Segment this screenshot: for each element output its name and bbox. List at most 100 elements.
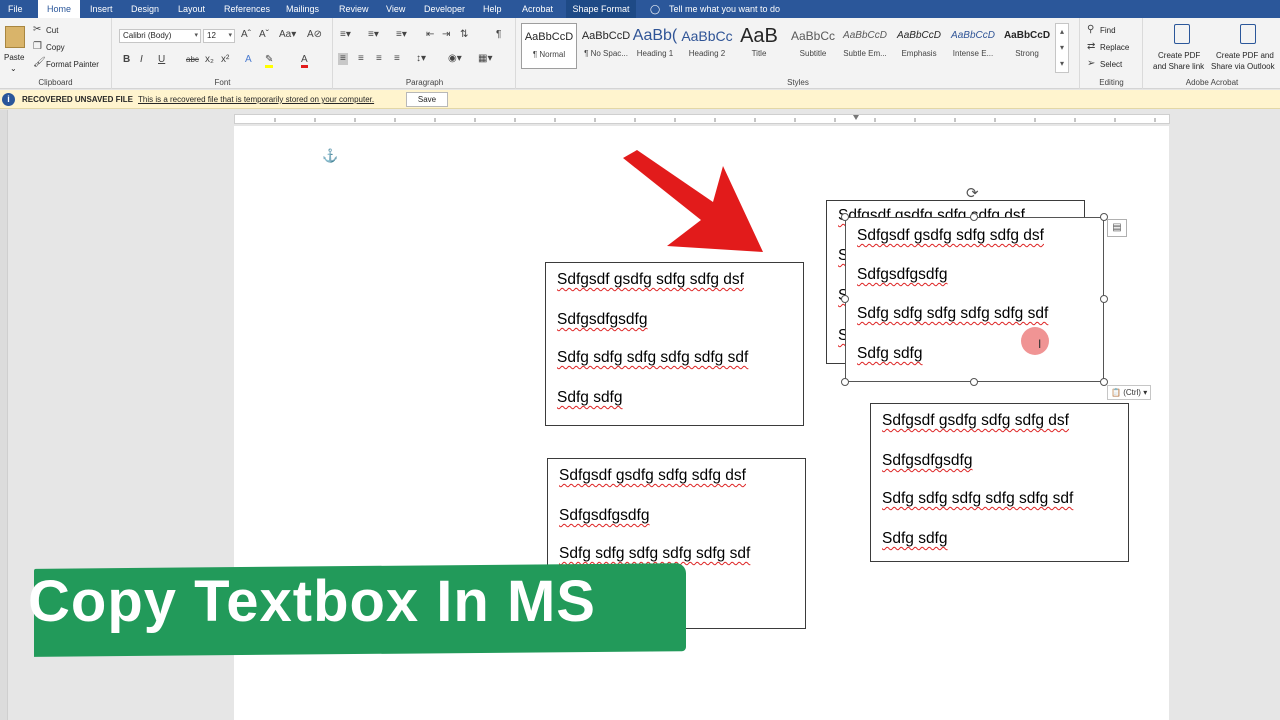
multilevel-list-icon[interactable]: ≡▾ — [396, 30, 407, 40]
paste-icon[interactable] — [5, 26, 25, 48]
create-pdf-share-link-line1[interactable]: Create PDF — [1158, 51, 1200, 60]
recovered-file-message-bar: i RECOVERED UNSAVED FILE This is a recov… — [0, 90, 1280, 109]
highlight-icon[interactable]: ✎ — [265, 55, 274, 68]
save-button[interactable]: Save — [406, 92, 448, 107]
style-heading-1[interactable]: AaBb( Heading 1 — [627, 23, 683, 69]
tab-help[interactable]: Help — [483, 0, 502, 18]
tab-mailings[interactable]: Mailings — [286, 0, 319, 18]
textbox-line: Sdfgsdfgsdfg — [559, 507, 650, 524]
strikethrough-icon[interactable]: abc — [186, 55, 199, 65]
textbox-line: Sdfgsdf gsdfg sdfg sdfg dsf — [857, 227, 1044, 244]
style-no-spacing-preview: AaBbCcD — [581, 30, 631, 42]
text-effects-icon[interactable]: A — [245, 55, 252, 65]
style-normal-label: ¶ Normal — [532, 50, 566, 59]
tab-acrobat[interactable]: Acrobat — [522, 0, 553, 18]
textbox-original[interactable]: Sdfgsdf gsdfg sdfg sdfg dsf Sdfgsdfgsdfg… — [545, 262, 804, 426]
tab-references[interactable]: References — [224, 0, 270, 18]
resize-handle-bottom-left[interactable] — [841, 378, 849, 386]
paste-button[interactable]: Paste — [4, 53, 24, 62]
underline-icon[interactable]: U — [158, 55, 165, 65]
sort-icon[interactable]: ⇅ — [460, 30, 468, 40]
bold-icon[interactable]: B — [123, 55, 130, 65]
style-subtle-emphasis-label: Subtle Em... — [843, 49, 887, 58]
info-icon: i — [2, 93, 15, 106]
style-subtitle-label: Subtitle — [799, 49, 827, 58]
align-right-icon[interactable]: ≡ — [376, 54, 382, 64]
paragraph-group-label: Paragraph — [405, 78, 444, 87]
rotate-handle-icon[interactable]: ⟳ — [966, 184, 979, 202]
shrink-font-icon[interactable]: Aˇ — [259, 30, 269, 40]
tab-layout[interactable]: Layout — [178, 0, 205, 18]
tab-shape-format[interactable]: Shape Format — [566, 0, 636, 18]
decrease-indent-icon[interactable]: ⇤ — [426, 30, 434, 40]
style-heading-2[interactable]: AaBbCc Heading 2 — [679, 23, 735, 69]
font-size-dropdown[interactable]: 12 — [203, 29, 235, 43]
style-subtitle[interactable]: AaBbCc Subtitle — [785, 23, 841, 69]
styles-gallery-scroll[interactable]: ▴ ▾ ▾ — [1055, 23, 1069, 73]
paste-chevron-down-icon[interactable]: ⌄ — [10, 64, 17, 73]
tab-home[interactable]: Home — [38, 0, 80, 18]
borders-icon[interactable]: ▦▾ — [478, 54, 492, 64]
textbox-selected[interactable]: Sdfgsdf gsdfg sdfg sdfg dsf Sdfgsdfgsdfg… — [845, 217, 1104, 382]
resize-handle-top[interactable] — [970, 213, 978, 221]
italic-icon[interactable]: I — [140, 55, 143, 65]
resize-handle-bottom[interactable] — [970, 378, 978, 386]
cut-button[interactable]: Cut — [46, 26, 58, 35]
shading-icon[interactable]: ◉▾ — [448, 54, 462, 64]
create-pdf-outlook-line1[interactable]: Create PDF and — [1216, 51, 1274, 60]
font-name-dropdown[interactable]: Calibri (Body) — [119, 29, 201, 43]
style-no-spacing[interactable]: AaBbCcD ¶ No Spac... — [578, 23, 634, 69]
font-color-icon[interactable]: A — [301, 55, 308, 68]
layout-options-icon[interactable]: ▤ — [1107, 219, 1127, 237]
style-subtle-emphasis[interactable]: AaBbCcD Subtle Em... — [837, 23, 893, 69]
style-intense-emphasis[interactable]: AaBbCcD Intense E... — [945, 23, 1001, 69]
align-left-icon[interactable]: ≡ — [338, 53, 348, 65]
paste-options-button[interactable]: 📋 (Ctrl) ▾ — [1107, 385, 1152, 400]
tab-file[interactable]: File — [8, 0, 23, 18]
tab-insert[interactable]: Insert — [90, 0, 113, 18]
bullets-icon[interactable]: ≡▾ — [340, 30, 351, 40]
line-spacing-icon[interactable]: ↕▾ — [416, 54, 426, 64]
tab-design[interactable]: Design — [131, 0, 159, 18]
style-normal[interactable]: AaBbCcD ¶ Normal — [521, 23, 577, 69]
superscript-icon[interactable]: x² — [221, 55, 229, 65]
show-formatting-icon[interactable]: ¶ — [496, 30, 501, 40]
style-title[interactable]: AaB Title — [731, 23, 787, 69]
replace-button[interactable]: Replace — [1100, 43, 1129, 52]
style-emphasis-preview: AaBbCcD — [897, 30, 941, 41]
select-icon: ➢ — [1087, 58, 1096, 69]
align-center-icon[interactable]: ≡ — [358, 54, 364, 64]
create-pdf-share-link-line2[interactable]: and Share link — [1153, 62, 1204, 71]
tab-review[interactable]: Review — [339, 0, 369, 18]
tab-view[interactable]: View — [386, 0, 405, 18]
style-heading-2-preview: AaBbCc — [681, 28, 733, 44]
style-no-spacing-label: ¶ No Spac... — [584, 49, 628, 58]
clear-formatting-icon[interactable]: A⊘ — [307, 30, 322, 40]
replace-icon: ⇄ — [1087, 41, 1096, 52]
tab-developer[interactable]: Developer — [424, 0, 465, 18]
increase-indent-icon[interactable]: ⇥ — [442, 30, 450, 40]
textbox-copy-right[interactable]: Sdfgsdf gsdfg sdfg sdfg dsf Sdfgsdfgsdfg… — [870, 403, 1129, 562]
lightbulb-icon: ◯ — [650, 4, 661, 14]
copy-button[interactable]: Copy — [46, 43, 65, 52]
select-button[interactable]: Select — [1100, 60, 1122, 69]
paragraph-group: ≡▾ ≡▾ ≡▾ ⇤ ⇥ ⇅ ¶ ≡ ≡ ≡ ≡ ↕▾ ◉▾ ▦▾ Paragr… — [334, 18, 516, 89]
change-case-icon[interactable]: Aa▾ — [279, 30, 296, 40]
numbering-icon[interactable]: ≡▾ — [368, 30, 379, 40]
horizontal-ruler[interactable] — [234, 114, 1170, 124]
resize-handle-left[interactable] — [841, 295, 849, 303]
create-pdf-outlook-line2[interactable]: Share via Outlook — [1211, 62, 1275, 71]
scissors-icon: ✂ — [33, 24, 42, 35]
style-strong[interactable]: AaBbCcD Strong — [999, 23, 1055, 69]
styles-group-label: Styles — [787, 78, 809, 87]
subscript-icon[interactable]: x₂ — [205, 55, 214, 65]
justify-icon[interactable]: ≡ — [394, 54, 400, 64]
style-emphasis[interactable]: AaBbCcD Emphasis — [891, 23, 947, 69]
format-painter-button[interactable]: Format Painter — [46, 60, 99, 69]
resize-handle-top-left[interactable] — [841, 213, 849, 221]
acrobat-group: Create PDF and Share link Create PDF and… — [1144, 18, 1280, 89]
grow-font-icon[interactable]: Aˆ — [241, 30, 251, 40]
find-button[interactable]: Find — [1100, 26, 1116, 35]
resize-handle-right[interactable] — [1100, 295, 1108, 303]
tell-me-search[interactable]: Tell me what you want to do — [669, 0, 780, 18]
